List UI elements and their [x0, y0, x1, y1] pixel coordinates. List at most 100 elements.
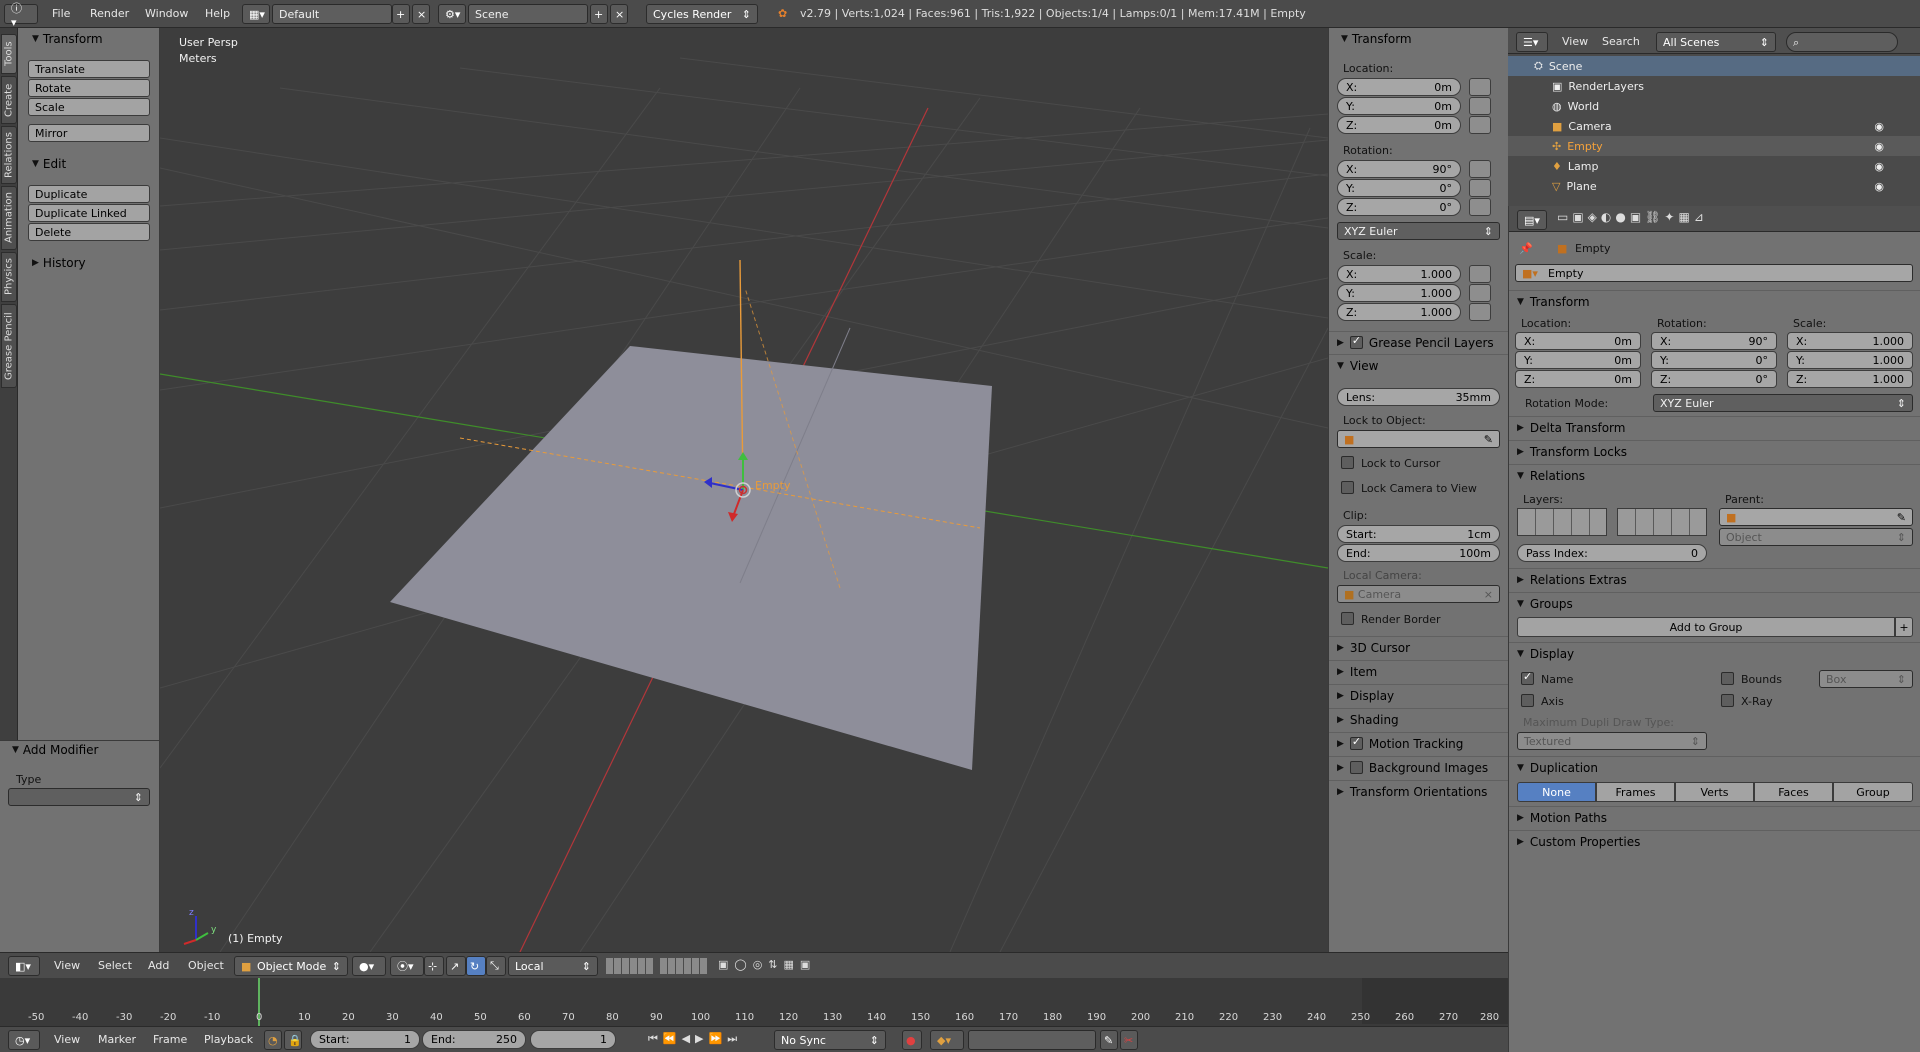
eyedropper-icon[interactable]: ✎	[1484, 433, 1493, 446]
lock-range-icon[interactable]: 🔒	[284, 1030, 302, 1050]
view3d-menu-object[interactable]: Object	[188, 959, 224, 972]
layer-buttons-1[interactable]	[606, 958, 654, 974]
lock-cursor-checkbox[interactable]	[1341, 456, 1354, 469]
timeline-menu-frame[interactable]: Frame	[153, 1033, 187, 1046]
pivot-select[interactable]: ⦿▾	[390, 956, 424, 976]
timeline-editor-type[interactable]: ◷▾	[8, 1030, 40, 1050]
tab-relations[interactable]: Relations	[1, 126, 17, 184]
add-modifier-header[interactable]: ▼ Add Modifier	[12, 741, 99, 759]
clip-end-field[interactable]: End: 100m	[1337, 544, 1500, 562]
start-frame-field[interactable]: Start: 1	[310, 1030, 420, 1049]
menu-render[interactable]: Render	[90, 7, 129, 20]
lock-camera-checkbox[interactable]	[1341, 481, 1354, 494]
menu-help[interactable]: Help	[205, 7, 230, 20]
rotate-button[interactable]: Rotate	[28, 79, 150, 97]
mirror-button[interactable]: Mirror	[28, 124, 150, 142]
dupli-none-button[interactable]: None	[1517, 782, 1596, 802]
preview-range-icon[interactable]: ◔	[264, 1030, 282, 1050]
max-dupli-select[interactable]: Textured ⇕	[1517, 732, 1707, 750]
mode-select[interactable]: ■ Object Mode ⇕	[234, 956, 348, 976]
prop-rot-y[interactable]: Y: 0°	[1651, 351, 1777, 369]
prop-rotation-mode-select[interactable]: XYZ Euler ⇕	[1653, 394, 1913, 412]
lock-icon[interactable]	[1469, 265, 1491, 283]
dupli-verts-button[interactable]: Verts	[1675, 782, 1754, 802]
properties-editor-type[interactable]: ▤▾	[1517, 210, 1547, 230]
prop-display-section[interactable]: ▼ Display	[1509, 642, 1920, 664]
tab-tools[interactable]: Tools	[1, 34, 17, 74]
outliner-row-camera[interactable]: ■ Camera ◉	[1508, 116, 1920, 136]
tab-physics[interactable]: Physics	[1, 252, 17, 302]
lens-field[interactable]: Lens: 35mm	[1337, 388, 1500, 406]
shading-section[interactable]: ▶ Shading	[1329, 708, 1508, 730]
display-section[interactable]: ▶ Display	[1329, 684, 1508, 706]
outliner-menu-view[interactable]: View	[1562, 35, 1588, 48]
prop-scale-x[interactable]: X: 1.000	[1787, 332, 1913, 350]
view3d-editor-type[interactable]: ◧▾	[8, 956, 40, 976]
prop-scale-z[interactable]: Z: 1.000	[1787, 370, 1913, 388]
manipulator-toggle[interactable]: ⊹	[424, 956, 444, 976]
relations-section[interactable]: ▼ Relations	[1509, 464, 1920, 486]
groups-section[interactable]: ▼ Groups	[1509, 592, 1920, 614]
render-border-checkbox[interactable]	[1341, 612, 1354, 625]
parent-field[interactable]: ■ ✎	[1719, 508, 1913, 526]
duplicate-linked-button[interactable]: Duplicate Linked	[28, 204, 150, 222]
lock-object-field[interactable]: ■ ✎	[1337, 430, 1500, 448]
prop-rot-x[interactable]: X: 90°	[1651, 332, 1777, 350]
rotate-manip-icon[interactable]: ↻	[466, 956, 486, 976]
transform-locks-section[interactable]: ▶ Transform Locks	[1509, 440, 1920, 462]
dupli-faces-button[interactable]: Faces	[1754, 782, 1833, 802]
plane-mesh[interactable]	[390, 346, 992, 770]
view3d-menu-view[interactable]: View	[54, 959, 80, 972]
lock-icon[interactable]	[1469, 78, 1491, 96]
outliner-search-input[interactable]: ⌕	[1786, 32, 1898, 52]
lock-icon[interactable]	[1469, 284, 1491, 302]
delta-transform-section[interactable]: ▶ Delta Transform	[1509, 416, 1920, 438]
tab-grease-pencil[interactable]: Grease Pencil	[1, 304, 17, 388]
remove-layout-button[interactable]: ×	[412, 4, 430, 24]
prop-loc-z[interactable]: Z: 0m	[1515, 370, 1641, 388]
n-scale-z[interactable]: Z: 1.000	[1337, 303, 1461, 321]
timeline-menu-view[interactable]: View	[54, 1033, 80, 1046]
add-group-plus-button[interactable]: +	[1895, 617, 1913, 637]
n-loc-x[interactable]: X: 0m	[1337, 78, 1461, 96]
scale-button[interactable]: Scale	[28, 98, 150, 116]
sync-select[interactable]: No Sync ⇕	[774, 1030, 886, 1050]
keying-set-field[interactable]	[968, 1030, 1096, 1050]
context-tabs-icons[interactable]: ▭▣◈◐●▣⛓✦▦⊿	[1557, 210, 1708, 224]
scale-manip-icon[interactable]: ⤡	[486, 956, 506, 976]
visibility-eye-icon[interactable]: ◉	[1874, 180, 1884, 193]
pin-icon[interactable]: 📌	[1519, 242, 1533, 255]
lock-icon[interactable]	[1469, 97, 1491, 115]
n-loc-y[interactable]: Y: 0m	[1337, 97, 1461, 115]
view-section[interactable]: ▼ View	[1329, 354, 1508, 376]
clip-start-field[interactable]: Start: 1cm	[1337, 525, 1500, 543]
layer-buttons-2[interactable]	[660, 958, 708, 974]
editor-type-button[interactable]: ⓘ ▾	[4, 2, 38, 29]
dupli-frames-button[interactable]: Frames	[1596, 782, 1675, 802]
background-images-checkbox[interactable]	[1349, 761, 1363, 774]
name-checkbox[interactable]	[1521, 670, 1534, 685]
scene-picker[interactable]: ⚙▾	[438, 4, 466, 24]
grease-pencil-checkbox[interactable]	[1349, 334, 1363, 349]
visibility-eye-icon[interactable]: ◉	[1874, 160, 1884, 173]
outliner-row-world[interactable]: ◍ World	[1508, 96, 1920, 116]
visibility-eye-icon[interactable]: ◉	[1874, 120, 1884, 133]
lock-icon[interactable]	[1469, 303, 1491, 321]
layout-field[interactable]: Default	[272, 4, 392, 24]
relations-extras-section[interactable]: ▶ Relations Extras	[1509, 568, 1920, 590]
eyedropper-icon[interactable]: ✎	[1897, 511, 1906, 524]
remove-scene-button[interactable]: ×	[610, 4, 628, 24]
delete-button[interactable]: Delete	[28, 223, 150, 241]
n-scale-y[interactable]: Y: 1.000	[1337, 284, 1461, 302]
bounds-checkbox[interactable]	[1721, 672, 1734, 685]
menu-window[interactable]: Window	[145, 7, 188, 20]
snap-tools-icons[interactable]: ▣◯◎⇅▦▣	[718, 958, 816, 971]
record-icon[interactable]: ●	[902, 1030, 922, 1050]
view3d-menu-add[interactable]: Add	[148, 959, 169, 972]
outliner-row-empty[interactable]: ✣ Empty ◉	[1508, 136, 1920, 156]
shading-select[interactable]: ●▾	[352, 956, 386, 976]
outliner-editor-type[interactable]: ☰▾	[1516, 32, 1548, 52]
outliner-row-renderlayers[interactable]: ▣ RenderLayers	[1508, 76, 1920, 96]
xray-checkbox[interactable]	[1721, 694, 1734, 707]
edit-panel-header[interactable]: ▼ Edit	[32, 155, 66, 173]
